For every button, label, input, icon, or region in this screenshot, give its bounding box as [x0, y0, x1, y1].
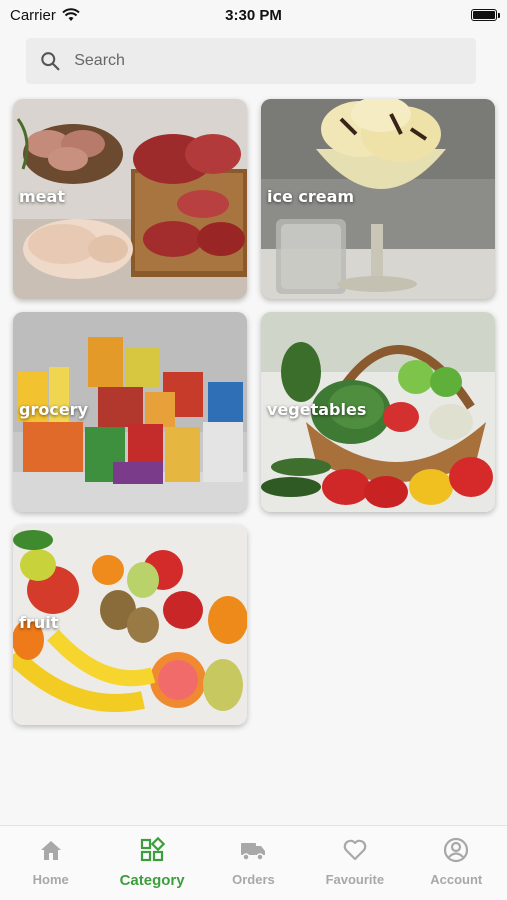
category-card-vegetables[interactable]: vegetables — [261, 312, 495, 512]
account-icon — [444, 837, 469, 863]
category-label-vegetables: vegetables — [267, 400, 367, 419]
category-label-ice-cream: ice cream — [267, 187, 355, 206]
tab-label-account: Account — [430, 872, 483, 887]
category-icon — [140, 836, 166, 862]
truck-icon — [241, 843, 266, 861]
category-card-fruit[interactable]: fruit — [13, 525, 247, 725]
battery-icon — [471, 9, 500, 21]
tab-bar: Home Category Orders Favourite Account — [0, 825, 507, 900]
category-label-fruit: fruit — [19, 613, 59, 632]
tab-home[interactable]: Home — [1, 836, 101, 887]
tab-label-favourite: Favourite — [325, 872, 385, 887]
carrier-label: Carrier — [10, 6, 56, 24]
category-label-meat: meat — [19, 187, 65, 206]
heart-icon — [343, 839, 367, 861]
tab-orders[interactable]: Orders — [203, 836, 303, 887]
status-left: Carrier — [10, 7, 80, 24]
tab-label-category: Category — [119, 872, 185, 889]
status-bar: Carrier 3:30 PM — [0, 0, 507, 30]
category-card-ice-cream[interactable]: ice cream — [261, 99, 495, 299]
tab-label-home: Home — [32, 872, 69, 887]
tab-favourite[interactable]: Favourite — [305, 836, 405, 887]
tab-category[interactable]: Category — [102, 836, 202, 889]
search-input[interactable] — [74, 52, 462, 70]
wifi-icon — [62, 8, 80, 21]
search-bar[interactable] — [26, 38, 476, 84]
status-time: 3:30 PM — [225, 6, 282, 24]
category-label-grocery: grocery — [19, 400, 88, 419]
tab-account[interactable]: Account — [406, 836, 506, 887]
category-card-meat[interactable]: meat — [13, 99, 247, 299]
search-icon — [41, 52, 60, 71]
category-card-grocery[interactable]: grocery — [13, 312, 247, 512]
home-icon — [40, 841, 61, 860]
tab-label-orders: Orders — [232, 872, 275, 887]
